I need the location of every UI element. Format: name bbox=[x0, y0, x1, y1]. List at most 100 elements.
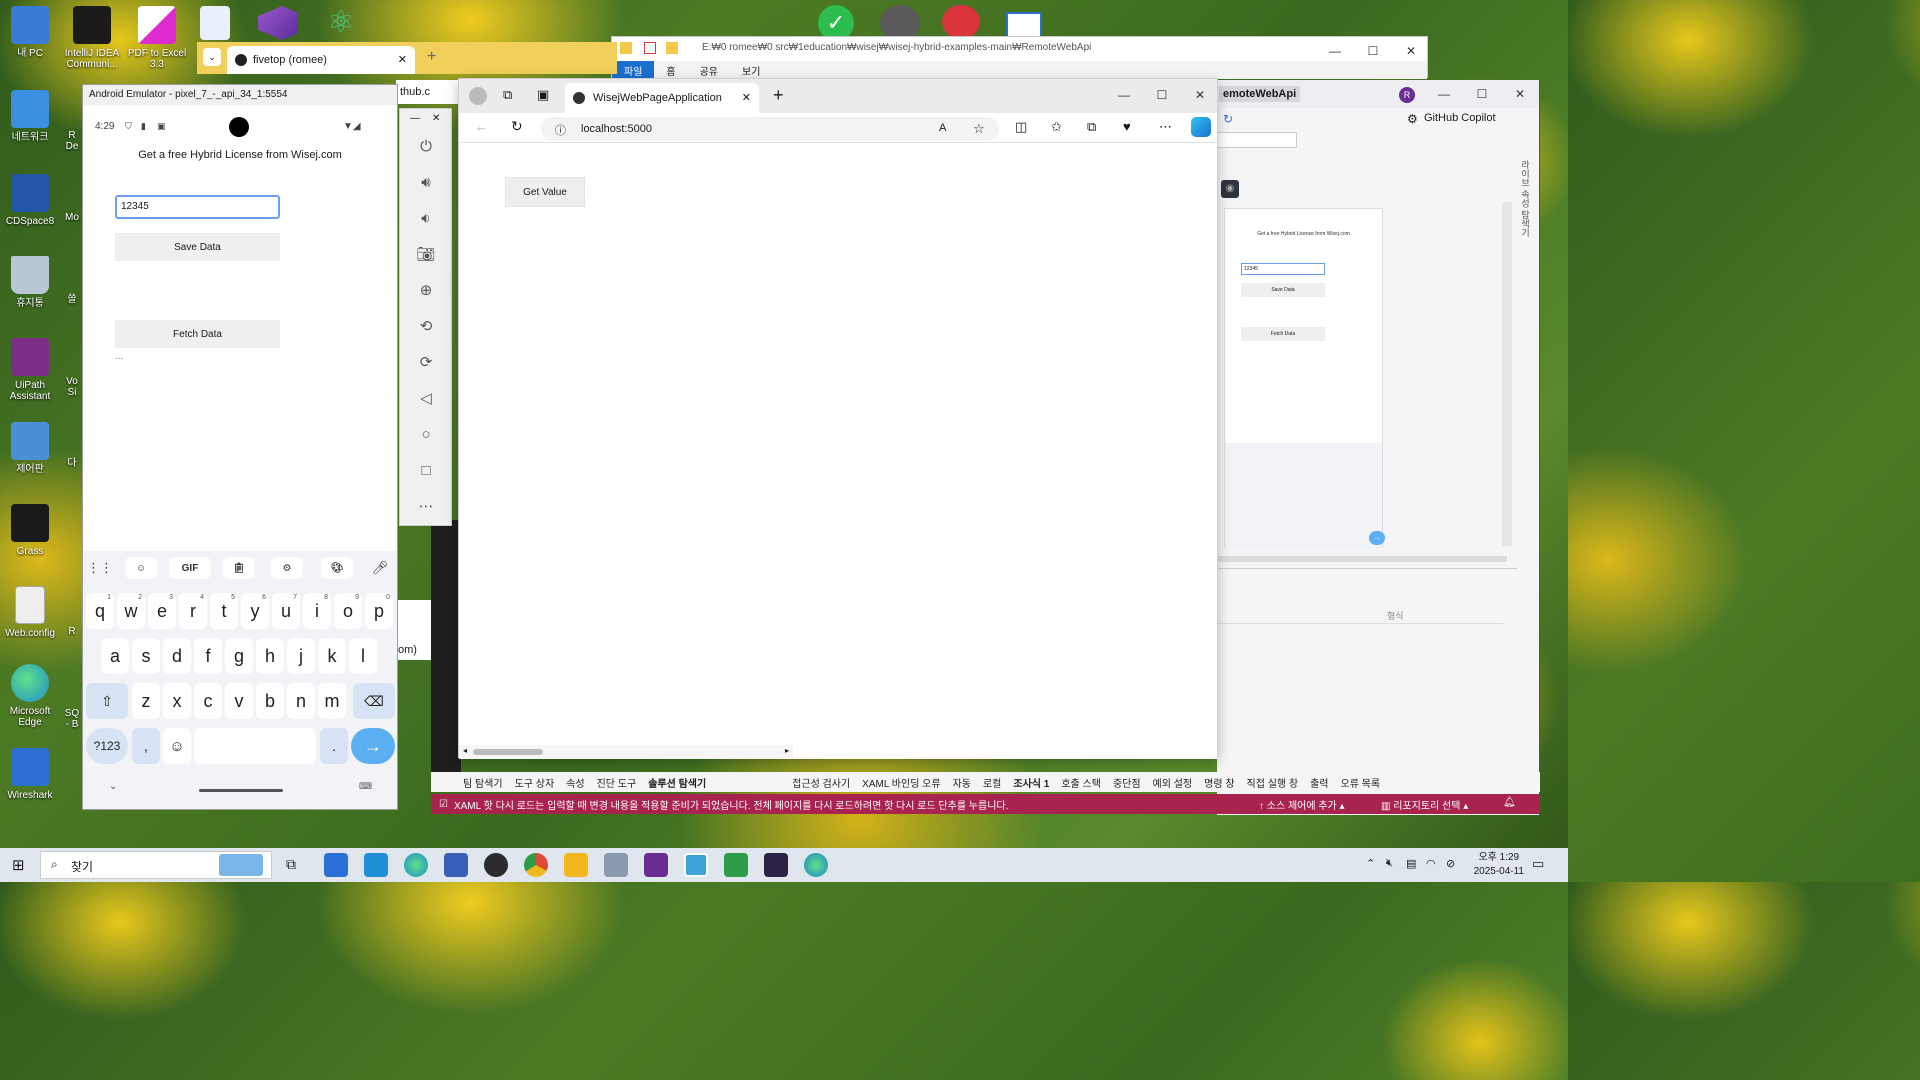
key-o[interactable]: o9 bbox=[334, 593, 362, 629]
key-h[interactable]: h bbox=[256, 638, 284, 674]
avatar[interactable]: R bbox=[1399, 87, 1415, 103]
apps-grid-icon[interactable]: ⋮⋮ bbox=[85, 557, 115, 579]
ribbon-tab-view[interactable]: 보기 bbox=[730, 61, 772, 79]
windows-start-icon[interactable]: ⊞ bbox=[12, 856, 25, 874]
ribbon-tab-home[interactable]: 홈 bbox=[654, 61, 687, 79]
vs-tab[interactable]: 속성 bbox=[560, 775, 590, 790]
wisej-icon[interactable] bbox=[684, 853, 708, 877]
key-i[interactable]: i8 bbox=[303, 593, 331, 629]
visual-studio-window[interactable]: emoteWebApi R — ☐ ✕ ↻ ⚙ GitHub Copilot ◉… bbox=[1217, 80, 1540, 815]
chevron-down-icon[interactable]: ⌄ bbox=[109, 781, 117, 792]
vs-tab[interactable]: 예외 설정 bbox=[1147, 775, 1199, 790]
back-arrow-icon[interactable]: ← bbox=[475, 119, 488, 134]
chrome-window[interactable]: ⌄ fivetop (romee) ✕ + bbox=[197, 42, 617, 74]
scroll-thumb[interactable] bbox=[473, 749, 543, 755]
edge-icon[interactable] bbox=[404, 853, 428, 877]
chrome-tab[interactable]: fivetop (romee) ✕ bbox=[227, 46, 415, 74]
period-key[interactable]: . bbox=[320, 728, 348, 764]
vs-dropdown[interactable] bbox=[1217, 132, 1297, 148]
favorites-icon[interactable]: ✩ bbox=[1051, 119, 1062, 135]
symbols-key[interactable]: ?123 bbox=[86, 728, 128, 764]
back-icon[interactable]: ◁ bbox=[415, 387, 437, 409]
close-icon[interactable]: ✕ bbox=[398, 53, 407, 66]
device-icon[interactable]: ▤ bbox=[1406, 857, 1416, 870]
close-icon[interactable]: ✕ bbox=[1181, 81, 1219, 109]
wifi-icon[interactable]: ◠ bbox=[1426, 857, 1436, 870]
chevron-down-icon[interactable]: ⌄ bbox=[203, 48, 221, 66]
task-view-icon[interactable]: ⧉ bbox=[286, 856, 296, 873]
key-b[interactable]: b bbox=[256, 683, 284, 719]
key-m[interactable]: m bbox=[318, 683, 346, 719]
desktop-icon-intellij[interactable]: IntelliJ IDEA Communi... bbox=[59, 6, 125, 70]
url-field[interactable]: ⓘ localhost:5000 A ☆ bbox=[541, 117, 999, 141]
close-icon[interactable]: ✕ bbox=[742, 91, 751, 104]
vs-tab[interactable]: 접근성 검사기 bbox=[786, 775, 856, 790]
mail-icon[interactable] bbox=[364, 853, 388, 877]
key-v[interactable]: v bbox=[225, 683, 253, 719]
key-j[interactable]: j bbox=[287, 638, 315, 674]
minimize-icon[interactable]: — bbox=[410, 113, 420, 124]
desktop-icon-control-panel[interactable]: 제어판 bbox=[0, 422, 63, 475]
desktop-icon-pdf-to-excel[interactable]: PDF to Excel 3.3 bbox=[124, 6, 190, 70]
key-q[interactable]: q1 bbox=[86, 593, 114, 629]
vs-tab[interactable]: 직접 실행 창 bbox=[1241, 775, 1305, 790]
chrome-icon[interactable] bbox=[524, 853, 548, 877]
space-key[interactable] bbox=[194, 728, 316, 764]
vs-tab[interactable]: 팀 탐색기 bbox=[457, 775, 509, 790]
key-k[interactable]: k bbox=[318, 638, 346, 674]
edge-window[interactable]: ⧉ ▣ WisejWebPageApplication ✕ + — ☐ ✕ ← … bbox=[458, 78, 1219, 759]
page-hscrollbar[interactable]: ◂ ▸ bbox=[459, 745, 793, 759]
clipboard-icon[interactable]: 📋︎ bbox=[223, 557, 255, 579]
network-app-icon[interactable] bbox=[444, 853, 468, 877]
key-n[interactable]: n bbox=[287, 683, 315, 719]
comma-key[interactable]: , bbox=[132, 728, 160, 764]
rotate-right-icon[interactable]: ⟳ bbox=[415, 351, 437, 373]
get-value-button[interactable]: Get Value bbox=[505, 177, 585, 207]
star-icon[interactable]: ☆ bbox=[973, 121, 985, 137]
more-icon[interactable]: ⋯ bbox=[415, 495, 437, 517]
desktop-icon-cdspace[interactable]: CDSpace8 bbox=[0, 174, 63, 227]
vs-hscroll[interactable] bbox=[1217, 556, 1507, 562]
scroll-left-icon[interactable]: ◂ bbox=[463, 746, 467, 755]
copilot-label[interactable]: GitHub Copilot bbox=[1424, 112, 1496, 124]
notepad-icon[interactable] bbox=[724, 853, 748, 877]
vs-designer-preview[interactable]: Get a free Hybrid License from Wisej.com… bbox=[1224, 208, 1385, 549]
split-screen-icon[interactable]: ◫ bbox=[1015, 119, 1027, 135]
key-f[interactable]: f bbox=[194, 638, 222, 674]
desktop-icon-web-config[interactable]: Web.config bbox=[0, 586, 63, 639]
vs-tab[interactable]: 출력 bbox=[1304, 775, 1334, 790]
eye-icon[interactable]: ◉ bbox=[1221, 180, 1239, 198]
vs-tab[interactable]: 도구 상자 bbox=[509, 775, 561, 790]
data-input[interactable]: 12345 bbox=[115, 195, 280, 219]
atom-icon[interactable]: ⚛ bbox=[322, 6, 360, 40]
android-emulator-window[interactable]: Android Emulator - pixel_7_-_api_34_1:55… bbox=[82, 84, 398, 810]
key-x[interactable]: x bbox=[163, 683, 191, 719]
file-explorer-window[interactable]: E:₩0 romee₩0 src₩1education₩wisej₩wisej-… bbox=[611, 36, 1428, 79]
visual-studio-desktop-icon[interactable] bbox=[258, 6, 298, 40]
enter-key[interactable]: → bbox=[351, 728, 395, 764]
key-c[interactable]: c bbox=[194, 683, 222, 719]
taskbar-clock[interactable]: 오후 1:29 2025-04-11 bbox=[1474, 851, 1524, 879]
source-control-button[interactable]: ↑ 소스 제어에 추가 ▴ bbox=[1259, 797, 1345, 812]
volume-down-icon[interactable]: 🔉︎ bbox=[415, 207, 437, 229]
vs-tab[interactable]: 오류 목록 bbox=[1335, 775, 1387, 790]
app-icon[interactable] bbox=[1006, 12, 1042, 38]
vs-tab-solution-explorer[interactable]: 솔루션 탐색기 bbox=[642, 775, 712, 790]
keyboard-icon[interactable]: ⌨ bbox=[359, 781, 372, 792]
close-icon[interactable]: ✕ bbox=[1501, 80, 1539, 108]
emoji-key[interactable]: ☺ bbox=[163, 728, 191, 764]
home-icon[interactable]: ○ bbox=[415, 423, 437, 445]
palette-icon[interactable]: 🎨︎ bbox=[321, 557, 353, 579]
camera-icon[interactable]: 📷︎ bbox=[415, 243, 437, 265]
more-icon[interactable]: ⋯ bbox=[1159, 119, 1172, 135]
key-t[interactable]: t5 bbox=[210, 593, 238, 629]
key-g[interactable]: g bbox=[225, 638, 253, 674]
vs-tab[interactable]: 호출 스택 bbox=[1055, 775, 1107, 790]
key-e[interactable]: e3 bbox=[148, 593, 176, 629]
overview-icon[interactable]: □ bbox=[415, 459, 437, 481]
desktop-icon-wireshark[interactable]: Wireshark bbox=[0, 748, 63, 801]
tab-actions-icon[interactable]: ▣ bbox=[537, 87, 549, 103]
app-icon[interactable] bbox=[942, 5, 980, 39]
copilot-icon[interactable]: ⚙ bbox=[1407, 112, 1418, 126]
zoom-icon[interactable]: ⊕ bbox=[415, 279, 437, 301]
